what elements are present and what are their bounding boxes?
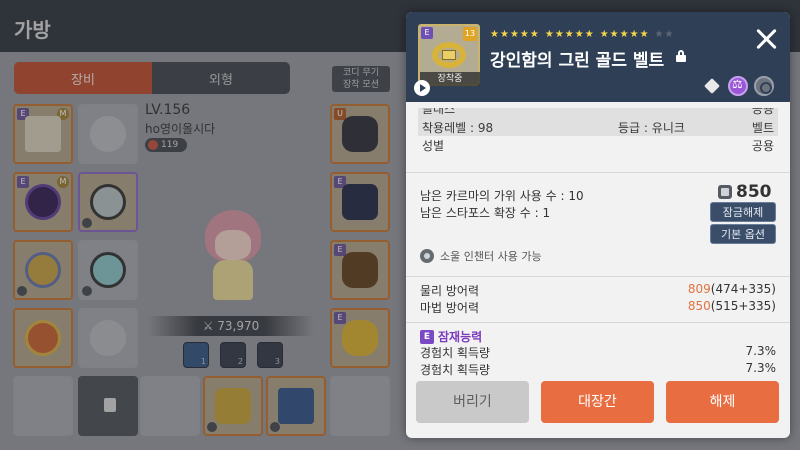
star-icon: ★ [584,29,594,40]
star-icon: ★ [629,29,639,40]
unequip-button[interactable]: 해제 [666,381,779,423]
req-class-label: 클래스 [422,108,456,116]
req-grade: 등급 : 유니크 [618,120,685,135]
star-group-2: ★ ★ ★ ★ ★ [545,30,594,40]
req-level-label: 착용레벨 : 98 [422,120,494,135]
stat-row-magic-defense: 마법 방어력 850(515+335) [420,299,776,316]
potential-label: 경험치 획득량 [420,363,491,377]
starforce-stars: ★ ★ ★ ★ ★ ★ ★ ★ ★ ★ ★ ★ ★ ★ ★ ★ ★ [490,30,673,40]
discard-button[interactable]: 버리기 [416,381,529,423]
req-gender-label: 성별 [422,138,445,153]
coin-icon [718,185,732,199]
item-name: 강인함의 그린 골드 벨트 [490,51,665,71]
req-row-gender: 성별 공용 [418,136,778,154]
potential-line: 경험치 획득량 7.3% [420,344,776,361]
item-price: 850 [718,182,772,202]
upgrade-count-badge: 13 [463,27,477,41]
item-header: E 13 장착중 ★ ★ ★ ★ ★ ★ ★ ★ ★ ★ ★ ★ ★ ★ ★ ★ ★ 강인함의 그린 골드… [406,12,790,102]
star-icon: ★ [599,29,609,40]
item-detail-popup: E 13 장착중 ★ ★ ★ ★ ★ ★ ★ ★ ★ ★ ★ ★ ★ ★ ★ ★ ★ 강인함의 그린 골드… [406,12,790,438]
req-row-level: 착용레벨 : 98 등급 : 유니크 벨트 [418,118,778,136]
stat-label: 물리 방어력 [420,284,480,298]
stat-label: 마법 방어력 [420,301,480,315]
base-option-button[interactable]: 기본 옵션 [710,224,776,244]
starforce-extend-text: 남은 스타포스 확장 수 : 1 [420,206,551,220]
divider [406,172,790,173]
unlock-button[interactable]: 잠금해제 [710,202,776,222]
karma-scissors-text: 남은 카르마의 가위 사용 수 : 10 [420,189,584,203]
epic-tag-icon: E [421,27,433,39]
price-value: 850 [736,182,772,202]
star-group-3: ★ ★ ★ ★ ★ [600,30,649,40]
blacksmith-button[interactable]: 대장간 [541,381,654,423]
upgrade-info: 남은 카르마의 가위 사용 수 : 10 남은 스타포스 확장 수 : 1 [420,188,584,222]
star-icon: ★ [609,29,619,40]
req-gender-value: 공용 [751,138,774,153]
potential-label: 경험치 획득량 [420,346,491,360]
soul-icon [420,249,434,263]
star-icon: ★ [619,29,629,40]
star-icon: ★ [544,29,554,40]
potential-value: 7.3% [745,361,777,375]
star-icon: ★ [490,29,499,40]
scale-icon[interactable] [728,76,748,96]
star-icon: ★ [574,29,584,40]
star-icon: ★ [499,29,509,40]
star-empty-icon: ★ [664,29,674,40]
potential-header: E 잠재능력 [420,328,482,345]
req-type-value: 벨트 [751,120,774,135]
stat-value: 850(515+335) [687,299,776,313]
star-icon: ★ [639,29,649,40]
star-group-1: ★ ★ ★ ★ ★ [490,30,539,40]
star-icon: ★ [529,29,539,40]
soul-enchanter-text: 소울 인챈터 사용 가능 [440,250,542,263]
epic-tag-icon: E [420,329,434,344]
item-detail-body: 클래스 공용 착용레벨 : 98 등급 : 유니크 벨트 성별 공용 남은 카르… [406,102,790,438]
stat-row-physical-defense: 물리 방어력 809(474+335) [420,282,776,299]
star-empty-icon: ★ [654,29,664,40]
req-row-class: 클래스 공용 [418,108,778,118]
stat-value: 809(474+335) [687,282,776,296]
potential-value: 7.3% [745,344,777,358]
star-icon: ★ [509,29,519,40]
star-icon: ★ [564,29,574,40]
potential-label: 잠재능력 [438,330,483,344]
belt-buckle-icon [442,50,456,60]
star-group-4: ★ ★ [655,30,674,40]
req-class-value: 공용 [751,108,774,116]
star-icon: ★ [554,29,564,40]
requirements-table: 클래스 공용 착용레벨 : 98 등급 : 유니크 벨트 성별 공용 [418,108,778,154]
close-button[interactable] [754,26,780,52]
potential-line: 경험치 획득량 7.3% [420,361,776,378]
soul-enchanter-row: 소울 인챈터 사용 가능 [420,248,542,264]
lock-icon [676,50,686,62]
gear-icon[interactable] [754,76,774,96]
play-icon[interactable] [414,80,430,96]
divider [406,322,790,323]
cube-icon[interactable] [702,76,722,96]
divider [406,276,790,277]
star-icon: ★ [519,29,529,40]
